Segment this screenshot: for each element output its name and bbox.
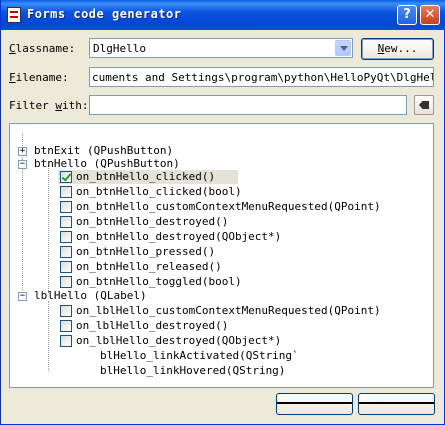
tree-item-btnexit[interactable]: + btnExit (QPushButton) bbox=[10, 144, 433, 158]
slot-checkbox[interactable] bbox=[60, 216, 72, 228]
tree-line bbox=[48, 301, 49, 371]
filename-label: Filename: bbox=[9, 71, 69, 84]
help-button[interactable]: ? bbox=[397, 5, 417, 25]
tree-item-btnhello[interactable]: − btnHello (QPushButton) bbox=[10, 157, 433, 171]
cancel-button[interactable] bbox=[358, 393, 435, 415]
clear-filter-icon[interactable] bbox=[414, 95, 434, 115]
slot-checkbox[interactable] bbox=[60, 171, 72, 183]
slot-checkbox[interactable] bbox=[60, 186, 72, 198]
list-item[interactable]: blHello_linkActivated(QString` bbox=[100, 349, 299, 363]
forms-code-generator-dialog: Forms code generator ? ✕ Classname: DlgH… bbox=[0, 0, 445, 425]
tree-item-lblhello[interactable]: − lblHello (QLabel) bbox=[10, 289, 433, 303]
new-class-button[interactable]: New... bbox=[361, 38, 434, 60]
slot-checkbox[interactable] bbox=[60, 305, 72, 317]
classname-combo[interactable]: DlgHello bbox=[89, 38, 353, 58]
window-title: Forms code generator bbox=[27, 7, 182, 21]
slot-checkbox[interactable] bbox=[60, 246, 72, 258]
dialog-button-box bbox=[276, 393, 436, 415]
slot-tree[interactable]: + btnExit (QPushButton) − btnHello (QPus… bbox=[9, 123, 434, 388]
classname-label: Classname: bbox=[9, 42, 76, 55]
classname-value: DlgHello bbox=[93, 42, 146, 55]
list-item[interactable]: on_btnHello_clicked() bbox=[58, 170, 238, 184]
filter-label: Filter with: bbox=[9, 99, 89, 112]
title-bar[interactable]: Forms code generator ? ✕ bbox=[1, 0, 445, 30]
collapse-icon[interactable]: − bbox=[18, 160, 27, 169]
slot-checkbox[interactable] bbox=[60, 261, 72, 273]
app-icon bbox=[7, 7, 21, 23]
filter-input[interactable] bbox=[89, 95, 407, 115]
slot-checkbox[interactable] bbox=[60, 320, 72, 332]
slot-checkbox[interactable] bbox=[60, 201, 72, 213]
expand-icon[interactable]: + bbox=[18, 147, 27, 156]
ok-button[interactable] bbox=[276, 393, 353, 415]
tree-line bbox=[48, 165, 49, 293]
filename-field[interactable]: cuments and Settings\program\python\Hell… bbox=[89, 67, 434, 87]
dropdown-arrow-icon[interactable] bbox=[335, 40, 351, 56]
slot-checkbox[interactable] bbox=[60, 276, 72, 288]
close-button[interactable]: ✕ bbox=[420, 5, 440, 25]
slot-checkbox[interactable] bbox=[60, 335, 72, 347]
list-item[interactable]: blHello_linkHovered(QString) bbox=[100, 364, 285, 378]
collapse-icon[interactable]: − bbox=[18, 292, 27, 301]
slot-checkbox[interactable] bbox=[60, 231, 72, 243]
